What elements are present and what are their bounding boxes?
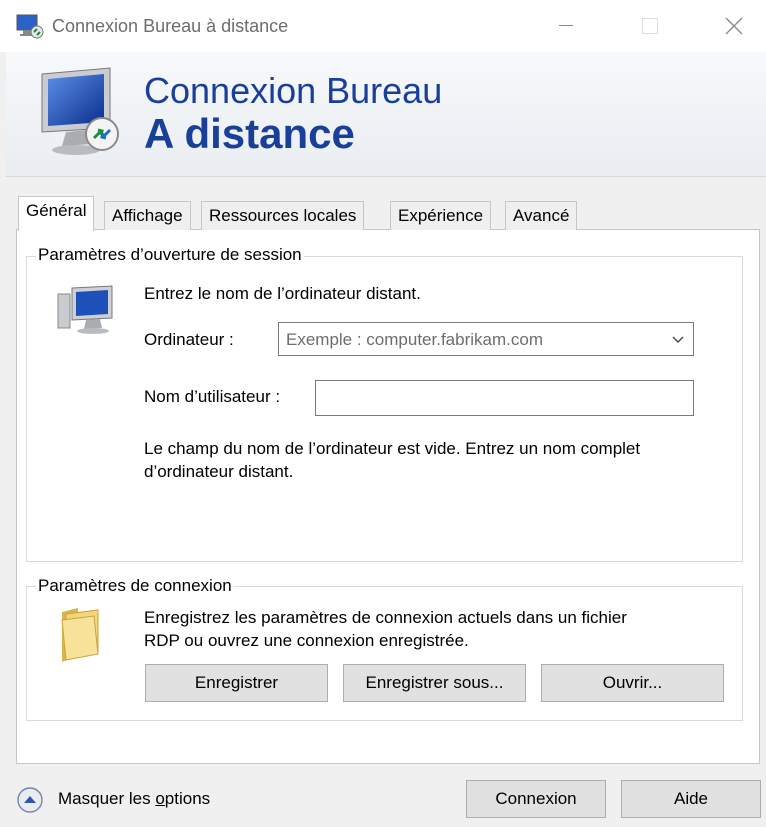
computer-icon (57, 285, 113, 334)
header-banner: Connexion Bureau A distance (6, 52, 766, 177)
window-title: Connexion Bureau à distance (52, 16, 289, 36)
close-icon (725, 17, 743, 35)
warning-text-line1: Le champ du nom de l’ordinateur est vide… (144, 439, 641, 458)
close-button[interactable] (706, 0, 762, 52)
chevron-up-circle-icon[interactable] (16, 786, 44, 814)
hide-options-prefix: Masquer les (58, 789, 156, 808)
username-label: Nom d’utilisateur : (144, 387, 281, 406)
minimize-button[interactable] (538, 0, 594, 52)
remote-desktop-monitor-icon (41, 67, 119, 155)
hide-options-accesskey: o (155, 789, 165, 808)
folder-icon (61, 608, 99, 662)
tab-local-resources[interactable]: Ressources locales (201, 201, 365, 230)
warning-text-line2: d’ordinateur distant. (144, 462, 294, 481)
help-button[interactable]: Aide (621, 780, 761, 818)
open-button[interactable]: Ouvrir... (541, 664, 724, 702)
banner-title-line2: A distance (144, 110, 355, 157)
logon-intro-text: Entrez le nom de l’ordinateur distant. (144, 284, 421, 303)
computer-label: Ordinateur : (144, 330, 234, 349)
connection-settings-legend: Paramètres de connexion (36, 576, 234, 596)
chevron-down-icon[interactable] (671, 333, 685, 347)
banner-title-line1: Connexion Bureau (144, 70, 443, 111)
tab-advanced[interactable]: Avancé (505, 201, 578, 230)
computer-combobox[interactable]: Exemple : computer.fabrikam.com (278, 322, 694, 356)
tab-general[interactable]: Général (18, 196, 95, 231)
hide-options-suffix: ptions (164, 789, 211, 808)
tab-experience[interactable]: Expérience (390, 201, 492, 230)
logon-settings-legend: Paramètres d’ouverture de session (36, 245, 304, 265)
computer-combobox-placeholder: Exemple : computer.fabrikam.com (286, 330, 543, 349)
maximize-icon (642, 18, 658, 34)
remote-desktop-icon (16, 14, 44, 39)
connect-button[interactable]: Connexion (466, 780, 606, 818)
username-input[interactable] (315, 380, 694, 416)
save-as-button[interactable]: Enregistrer sous... (343, 664, 526, 702)
connection-desc-line1: Enregistrez les paramètres de connexion … (144, 608, 627, 627)
connection-desc-line2: RDP ou ouvrez une connexion enregistrée. (144, 631, 469, 650)
title-bar: Connexion Bureau à distance (0, 0, 766, 52)
save-button[interactable]: Enregistrer (145, 664, 328, 702)
minimize-icon (559, 25, 573, 26)
hide-options-link[interactable]: Masquer les options (58, 789, 210, 809)
maximize-button (622, 0, 678, 52)
tab-display[interactable]: Affichage (104, 201, 191, 230)
